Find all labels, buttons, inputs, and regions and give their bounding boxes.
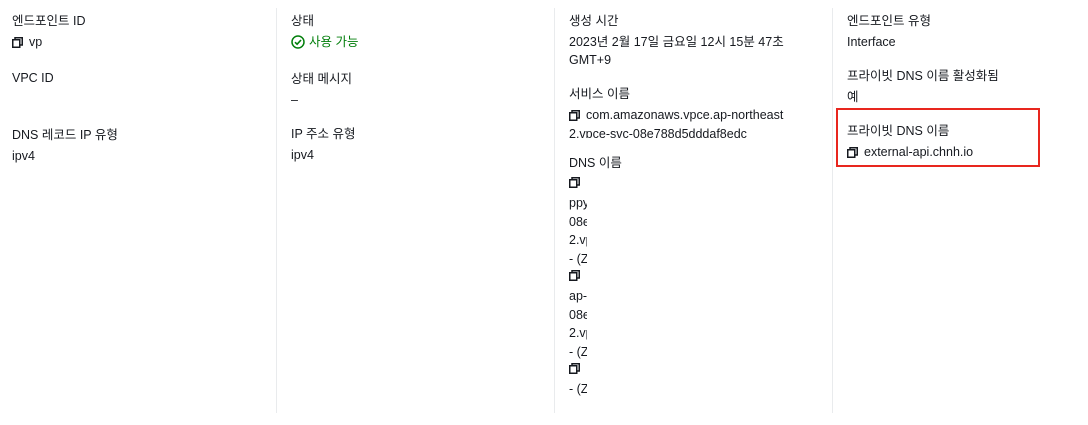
service-name-label: 서비스 이름 — [569, 87, 630, 101]
details-column-3: 생성 시간 2023년 2월 17일 금요일 12시 15분 47초 GMT+9… — [554, 8, 832, 413]
details-column-2: 상태 사용 가능 상태 메시지 – IP 주소 유형 ipv4 — [276, 8, 554, 413]
check-circle-icon — [291, 35, 305, 54]
status-text: 사용 가능 — [309, 35, 359, 49]
dns-name-entry: ap- 08e 2.vp - (Z — [569, 268, 832, 361]
dns-record-ip-type-value: ipv4 — [12, 149, 35, 163]
status-label: 상태 — [291, 14, 315, 28]
created-time-label: 생성 시간 — [569, 14, 619, 28]
private-dns-enabled-label: 프라이빗 DNS 이름 활성화됨 — [847, 69, 999, 83]
copy-icon[interactable] — [569, 108, 580, 122]
copy-icon[interactable] — [569, 361, 587, 380]
vpc-id-field: VPC ID — [12, 69, 276, 108]
dns-name-line[interactable]: - (Z — [569, 380, 587, 399]
dns-names-field: DNS 이름 ppy 08e 2.vp - (Z ap- 08e 2.vp - … — [569, 154, 832, 399]
dns-record-ip-type-label: DNS 레코드 IP 유형 — [12, 128, 118, 142]
created-time-value-line2: GMT+9 — [569, 53, 612, 67]
dns-name-entry: - (Z — [569, 361, 832, 399]
dns-name-line[interactable]: ap- — [569, 287, 587, 306]
dns-names-label: DNS 이름 — [569, 156, 622, 170]
status-message-label: 상태 메시지 — [291, 72, 352, 86]
vpc-id-value[interactable] — [12, 90, 276, 108]
dns-name-line[interactable]: - (Z — [569, 343, 587, 362]
highlight-box — [836, 108, 1040, 167]
dns-name-entry: ppy 08e 2.vp - (Z — [569, 175, 832, 268]
dns-name-line[interactable]: 08e — [569, 213, 587, 232]
ip-address-type-label: IP 주소 유형 — [291, 127, 356, 141]
endpoint-id-value: vp — [12, 33, 276, 53]
service-name-line1: com.amazonaws.vpce.ap-northeast — [569, 106, 789, 122]
vpc-id-label: VPC ID — [12, 71, 54, 85]
dns-name-line[interactable]: 2.vp — [569, 231, 587, 250]
ip-address-type-value: ipv4 — [291, 148, 314, 162]
endpoint-id-field: 엔드포인트 ID vp — [12, 12, 276, 53]
service-name-text-1[interactable]: com.amazonaws.vpce.ap-northeast — [586, 108, 783, 122]
private-dns-enabled-value: 예 — [847, 90, 859, 104]
dns-name-line[interactable]: - (Z — [569, 250, 587, 269]
status-message-field: 상태 메시지 – — [291, 70, 554, 109]
endpoint-id-label: 엔드포인트 ID — [12, 14, 86, 28]
dns-name-line[interactable]: ppy — [569, 194, 587, 213]
copy-icon[interactable] — [569, 175, 587, 194]
details-column-4: 엔드포인트 유형 Interface 프라이빗 DNS 이름 활성화됨 예 프라… — [832, 8, 1088, 413]
created-time-field: 생성 시간 2023년 2월 17일 금요일 12시 15분 47초 GMT+9 — [569, 12, 832, 69]
endpoint-type-label: 엔드포인트 유형 — [847, 14, 931, 28]
status-value: 사용 가능 — [291, 33, 554, 54]
private-dns-enabled-field: 프라이빗 DNS 이름 활성화됨 예 — [847, 67, 1088, 106]
endpoint-details-panel: 엔드포인트 ID vp VPC ID DNS 레코드 IP 유형 ipv4 상태… — [0, 0, 1088, 425]
dns-name-line[interactable]: 08e — [569, 306, 587, 325]
endpoint-type-value: Interface — [847, 35, 896, 49]
service-name-line2[interactable]: 2.vpce-svc-08e788d5dddaf8edc — [569, 124, 769, 138]
endpoint-type-field: 엔드포인트 유형 Interface — [847, 12, 1088, 51]
status-field: 상태 사용 가능 — [291, 12, 554, 54]
copy-icon[interactable] — [12, 35, 23, 53]
endpoint-id-text[interactable]: vp — [29, 35, 42, 49]
dns-name-line[interactable]: 2.vp — [569, 324, 587, 343]
service-name-field: 서비스 이름 com.amazonaws.vpce.ap-northeast 2… — [569, 85, 832, 138]
created-time-value-line1: 2023년 2월 17일 금요일 12시 15분 47초 — [569, 35, 784, 49]
details-column-1: 엔드포인트 ID vp VPC ID DNS 레코드 IP 유형 ipv4 — [0, 0, 276, 425]
dns-record-ip-type-field: DNS 레코드 IP 유형 ipv4 — [12, 126, 276, 165]
status-message-value: – — [291, 93, 298, 107]
copy-icon[interactable] — [569, 268, 587, 287]
ip-address-type-field: IP 주소 유형 ipv4 — [291, 125, 554, 164]
